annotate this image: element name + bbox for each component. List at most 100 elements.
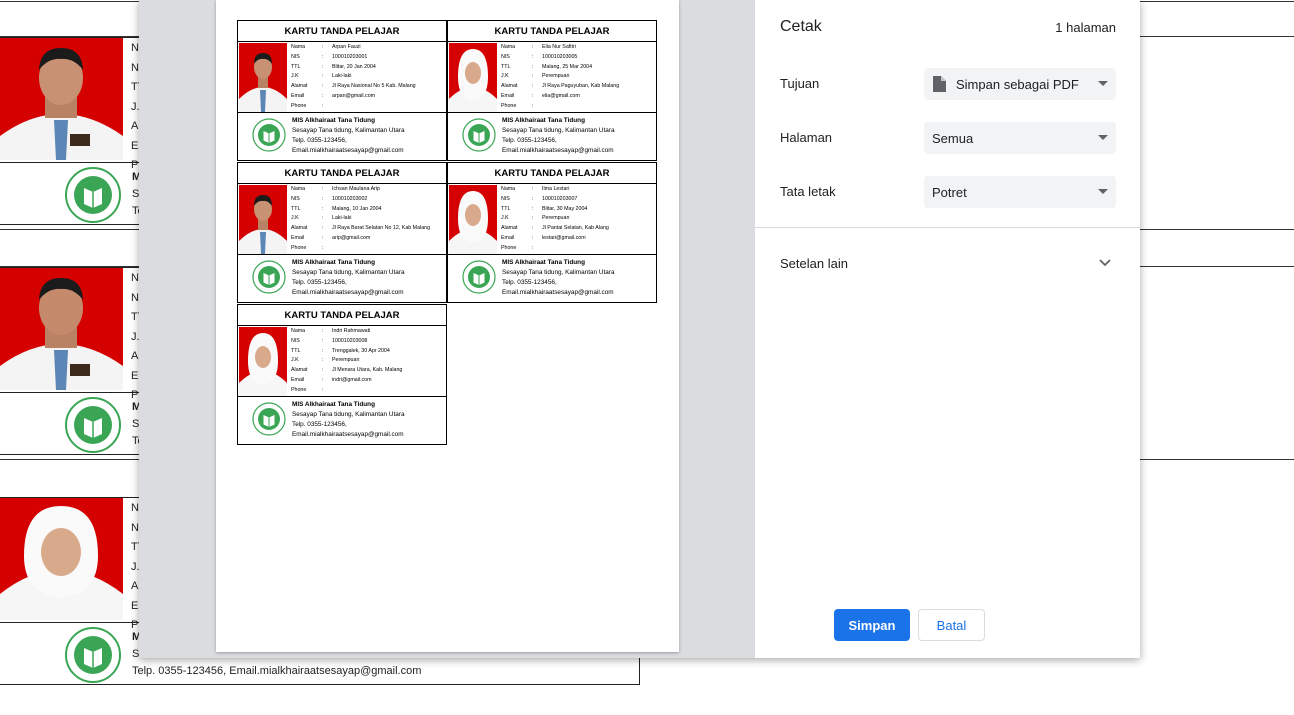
more-settings-toggle[interactable]: Setelan lain	[780, 256, 848, 271]
card-footer: MIS Alkhairaat Tana Tidung Sesayap Tana t…	[448, 255, 656, 302]
school-info: MIS Alkhairaat Tana Tidung Sesayap Tana t…	[292, 116, 405, 156]
card-field-row: Phone:	[501, 244, 609, 254]
school-email: Email.mialkhairaatsesayap@gmail.com	[502, 147, 614, 154]
cancel-button[interactable]: Batal	[918, 609, 985, 641]
card-field-label: Alamat	[291, 83, 308, 90]
card-field-label: J.K	[291, 215, 299, 222]
card-field-value: Elia Nur Safitri	[542, 44, 576, 50]
card-field-value: 100010203002	[332, 195, 368, 202]
caret-down-icon	[1098, 135, 1108, 140]
document-icon	[933, 76, 946, 92]
card-field-label: J.K	[291, 357, 299, 364]
card-field-row: Email: elia@gmail.com	[501, 92, 619, 102]
card-field-value: Blitar, 20 Jan 2004	[332, 63, 376, 70]
card-field-separator: :	[322, 234, 324, 241]
card-field-label: Alamat	[291, 225, 308, 232]
card-field-row: Nama: Ichsan Maulana Arip	[291, 185, 430, 195]
card-field-value: Malang, 10 Jan 2004	[332, 205, 382, 212]
card-field-row: NIS: 100010203002	[291, 195, 430, 205]
card-field-separator: :	[322, 92, 324, 99]
card-field-label: Alamat	[291, 367, 308, 374]
card-field-row: Nama: Arpan Fauzi	[291, 43, 416, 53]
card-field-label: Email	[291, 376, 305, 383]
card-field-separator: :	[532, 73, 534, 80]
card-field-row: Email: arpan@gmail.com	[291, 92, 416, 102]
card-title: KARTU TANDA PELAJAR	[238, 305, 446, 326]
card-field-separator: :	[322, 195, 324, 202]
card-field-label: Nama	[291, 44, 306, 50]
school-email: Email.mialkhairaatsesayap@gmail.com	[502, 289, 614, 296]
chevron-down-icon[interactable]	[1098, 258, 1112, 268]
card-title: KARTU TANDA PELAJAR	[238, 163, 446, 184]
card-title: KARTU TANDA PELAJAR	[238, 21, 446, 42]
school-address: Sesayap Tana tidung, Kalimantan Utara	[292, 411, 405, 418]
card-fields: Nama: Indri Rahmawati NIS: 100010203008 TTL:…	[291, 327, 402, 396]
layout-select[interactable]: Potret	[924, 176, 1116, 208]
card-field-value: elia@gmail.com	[542, 92, 580, 99]
dialog-title: Cetak	[780, 18, 822, 35]
student-photo	[239, 185, 287, 254]
destination-select[interactable]: Simpan sebagai PDF	[924, 68, 1116, 100]
school-logo-icon	[252, 402, 286, 436]
school-info: MIS Alkhairaat Tana Tidung Sesayap Tana t…	[292, 258, 405, 298]
card-field-value: Ichsan Maulana Arip	[332, 186, 380, 192]
card-field-value: Malang, 25 Mar 2004	[542, 63, 593, 70]
card-field-row: Alamat: Jl Raya Paguyuban, Kab Malang	[501, 82, 619, 92]
school-email: Email.mialkhairaatsesayap@gmail.com	[292, 431, 404, 438]
card-field-label: Nama	[501, 44, 516, 50]
school-name: MIS Alkhairaat Tana Tidung	[292, 259, 375, 266]
school-name: MIS Alkhairaat Tana Tidung	[502, 117, 585, 124]
card-field-separator: :	[532, 102, 534, 109]
print-dialog: KARTU TANDA PELAJAR Nama: Arpan Fauzi NIS: 1…	[139, 0, 1140, 658]
card-field-label: TTL	[501, 205, 511, 212]
student-id-card: KARTU TANDA PELAJAR Nama: Indri Rahmawati N…	[237, 304, 447, 445]
print-preview-area[interactable]: KARTU TANDA PELAJAR Nama: Arpan Fauzi NIS: 1…	[139, 0, 755, 658]
save-button[interactable]: Simpan	[834, 609, 910, 641]
card-fields: Nama: Ichsan Maulana Arip NIS: 100010203002…	[291, 185, 430, 254]
card-field-value: Laki-laki	[332, 215, 352, 222]
card-field-separator: :	[532, 234, 534, 241]
card-field-separator: :	[322, 215, 324, 222]
pages-select[interactable]: Semua	[924, 122, 1116, 154]
card-field-row: Alamat: Jl Raya Barat Selatan No 12, Kab …	[291, 224, 430, 234]
card-field-value: Laki-laki	[332, 73, 352, 80]
card-field-value: lestari@gmail.com	[542, 234, 586, 241]
school-name: MIS Alkhairaat Tana Tidung	[292, 117, 375, 124]
student-photo	[239, 43, 287, 112]
school-logo-icon	[65, 397, 121, 453]
card-field-row: Nama: Ilma Lestari	[501, 185, 609, 195]
student-id-card: KARTU TANDA PELAJAR Nama: Ilma Lestari NIS:…	[447, 162, 657, 303]
card-field-row: Email: lestari@gmail.com	[501, 234, 609, 244]
card-field-value: Jl Raya Paguyuban, Kab Malang	[542, 83, 620, 90]
card-field-separator: :	[532, 63, 534, 70]
card-field-label: Nama	[291, 186, 306, 192]
layout-value: Potret	[932, 184, 967, 200]
card-footer: MIS Alkhairaat Tana Tidung Sesayap Tana t…	[238, 397, 446, 444]
card-field-value: arip@gmail.com	[332, 234, 371, 241]
card-body: Nama: Elia Nur Safitri NIS: 100010203005 TTL…	[448, 42, 656, 113]
card-field-label: TTL	[291, 63, 301, 70]
card-field-value: Blitar, 30 May 2004	[542, 205, 588, 212]
card-title: KARTU TANDA PELAJAR	[448, 21, 656, 42]
card-fields: Nama: Ilma Lestari NIS: 100010203007 TTL: Bli…	[501, 185, 609, 254]
card-field-separator: :	[532, 195, 534, 202]
card-field-value: Trenggalek, 30 Apr 2004	[332, 347, 390, 354]
card-field-value: Perempuan	[542, 215, 570, 222]
card-field-separator: :	[322, 386, 324, 393]
school-email: Email.mialkhairaatsesayap@gmail.com	[292, 147, 404, 154]
school-name: MIS Alkhairaat Tana Tidung	[502, 259, 585, 266]
student-male-icon	[0, 38, 123, 160]
caret-down-icon	[1098, 81, 1108, 86]
card-body: Nama: Ilma Lestari NIS: 100010203007 TTL: Bli…	[448, 184, 656, 255]
school-logo-icon	[65, 167, 121, 223]
card-field-row: NIS: 100010203005	[501, 53, 619, 63]
student-male-icon	[0, 268, 123, 390]
card-field-row: NIS: 100010203008	[291, 337, 402, 347]
school-email: Email.mialkhairaatsesayap@gmail.com	[292, 289, 404, 296]
card-field-row: TTL: Malang, 10 Jan 2004	[291, 205, 430, 215]
card-field-label: TTL	[501, 63, 511, 70]
card-field-separator: :	[532, 225, 534, 232]
student-photo	[0, 498, 123, 620]
school-phone: Telp. 0355-123456,	[502, 279, 557, 286]
school-info: MIS Alkhairaat Tana Tidung Sesayap Tana t…	[502, 116, 615, 156]
